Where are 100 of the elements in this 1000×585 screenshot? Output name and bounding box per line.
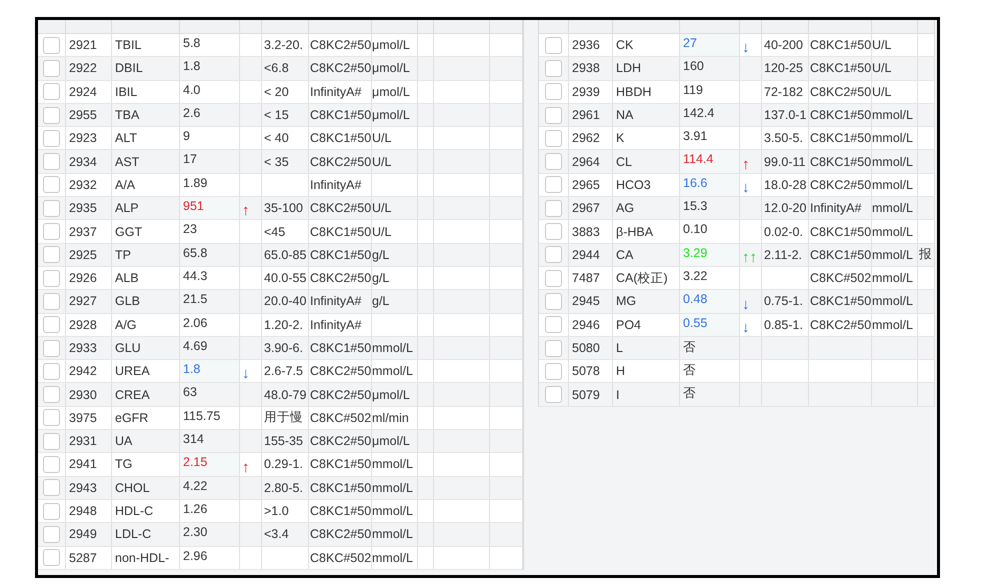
instrument-name: InfinityA#: [310, 84, 362, 99]
reference-range: 12.0-20: [764, 201, 806, 216]
result-value: 21.5: [183, 292, 208, 306]
row-checkbox[interactable]: [545, 176, 562, 194]
result-value: 否: [683, 338, 696, 356]
instrument-name: C8KC1#50: [310, 457, 371, 472]
test-name: DBIL: [115, 61, 143, 76]
unit-text: g/L: [372, 271, 390, 286]
reference-range: 65.0-85: [264, 248, 306, 262]
row-checkbox[interactable]: [43, 130, 60, 147]
test-name: CK: [616, 38, 634, 52]
row-checkbox[interactable]: [43, 60, 60, 77]
row-checkbox[interactable]: [43, 153, 60, 170]
instrument-name: C8KC2#50: [310, 61, 371, 76]
reference-range: 35-100: [264, 201, 303, 216]
instrument-name: C8KC1#50: [810, 294, 871, 308]
row-checkbox[interactable]: [545, 83, 562, 100]
test-name: TBA: [115, 108, 140, 122]
result-value: 2.06: [183, 316, 208, 330]
row-checkbox[interactable]: [43, 526, 60, 543]
row-checkbox[interactable]: [43, 223, 60, 240]
test-name: LDL-C: [115, 527, 152, 542]
test-code: 2939: [572, 84, 600, 99]
test-name: UA: [115, 434, 132, 448]
test-name: GLB: [115, 294, 140, 308]
test-code: 2949: [69, 527, 97, 542]
test-name: HCO3: [616, 178, 651, 192]
unit-text: μmol/L: [372, 388, 410, 402]
result-value: 2.96: [183, 548, 208, 563]
row-checkbox[interactable]: [43, 316, 60, 334]
row-checkbox[interactable]: [43, 456, 60, 473]
test-code: 2938: [572, 61, 600, 76]
reference-range: <6.8: [264, 61, 289, 76]
row-checkbox[interactable]: [43, 549, 60, 566]
instrument-name: C8KC2#50: [310, 271, 371, 286]
unit-text: mmol/L: [872, 201, 913, 216]
result-value: 27: [683, 36, 697, 50]
row-checkbox[interactable]: [545, 200, 562, 217]
reference-range: 0.02-0.: [764, 224, 803, 239]
row-checkbox[interactable]: [545, 270, 562, 287]
row-checkbox[interactable]: [43, 479, 60, 496]
row-checkbox[interactable]: [545, 223, 562, 240]
reference-range: 40-200: [764, 38, 803, 52]
test-name: eGFR: [115, 410, 148, 425]
row-checkbox[interactable]: [545, 36, 562, 54]
unit-text: ml/min: [372, 410, 409, 425]
row-checkbox[interactable]: [545, 153, 562, 170]
test-name: A/G: [115, 318, 137, 332]
row-checkbox[interactable]: [43, 362, 60, 380]
row-checkbox[interactable]: [43, 270, 60, 287]
test-code: 2941: [69, 457, 97, 472]
row-checkbox[interactable]: [545, 340, 562, 356]
row-checkbox[interactable]: [43, 36, 60, 54]
reference-range: >1.0: [264, 504, 289, 518]
reference-range: 3.50-5.: [764, 131, 803, 146]
unit-text: μmol/L: [372, 38, 410, 52]
row-checkbox[interactable]: [43, 176, 60, 194]
row-checkbox[interactable]: [43, 340, 60, 356]
result-value: 1.26: [183, 502, 208, 516]
reference-range: 20.0-40: [264, 294, 306, 308]
test-name: I: [616, 388, 620, 402]
row-checkbox[interactable]: [43, 432, 60, 450]
test-name: non-HDL-: [115, 550, 170, 565]
instrument-name: C8KC1#50: [810, 154, 871, 169]
test-name: ALB: [115, 271, 139, 286]
row-checkbox[interactable]: [43, 409, 60, 426]
row-checkbox[interactable]: [545, 362, 562, 380]
result-value: 0.10: [683, 222, 708, 236]
row-checkbox[interactable]: [43, 292, 60, 310]
row-checkbox[interactable]: [545, 246, 562, 264]
row-checkbox[interactable]: [545, 316, 562, 334]
reference-range: 2.6-7.5: [264, 364, 303, 378]
row-checkbox[interactable]: [43, 502, 60, 520]
row-checkbox[interactable]: [43, 246, 60, 264]
unit-text: U/L: [372, 154, 392, 169]
test-name: H: [616, 364, 626, 378]
result-value: 114.4: [683, 152, 714, 166]
row-checkbox[interactable]: [43, 200, 60, 217]
test-code: 2923: [69, 131, 97, 146]
result-value: 0.48: [683, 292, 708, 306]
reference-range: 2.11-2.: [764, 248, 802, 262]
result-value: 否: [683, 362, 696, 380]
test-code: 2945: [572, 294, 600, 308]
row-checkbox[interactable]: [545, 386, 562, 404]
row-checkbox[interactable]: [545, 292, 562, 310]
row-checkbox[interactable]: [43, 83, 60, 100]
row-checkbox[interactable]: [545, 106, 562, 124]
test-code: 5080: [572, 341, 600, 355]
test-code: 2944: [572, 248, 600, 262]
row-checkbox[interactable]: [43, 106, 60, 124]
row-checkbox[interactable]: [43, 386, 60, 404]
reference-range: 72-182: [764, 84, 803, 99]
reference-range: 120-25: [764, 61, 803, 76]
instrument-name: C8KC2#50: [310, 38, 371, 52]
unit-text: U/L: [872, 61, 892, 76]
instrument-name: C8KC1#50: [310, 108, 371, 122]
flag-arrow: ↑: [242, 460, 250, 475]
unit-text: μmol/L: [372, 61, 410, 76]
row-checkbox[interactable]: [545, 60, 562, 77]
row-checkbox[interactable]: [545, 130, 562, 147]
